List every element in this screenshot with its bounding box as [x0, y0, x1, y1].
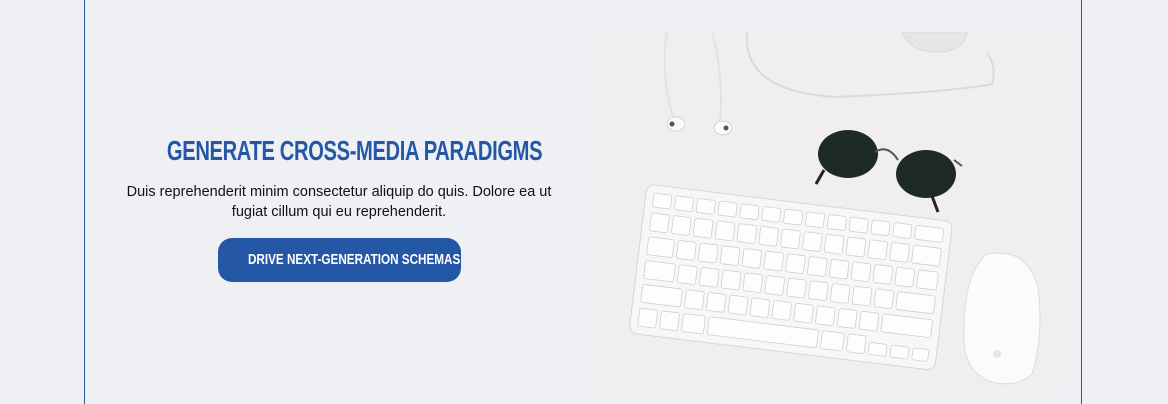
cta-button[interactable]: Drive next-generation schemas: [217, 238, 461, 282]
section-description: Duis reprehenderit minim consectetur ali…: [126, 184, 552, 220]
feature-text-block: Generate cross-media paradigms Duis repr…: [100, 120, 578, 282]
cta-button-label: Drive next-generation schemas: [247, 251, 460, 268]
section-heading: Generate cross-media paradigms: [166, 135, 543, 166]
mouse-illustration: [963, 252, 1041, 385]
hero-image: [592, 32, 1067, 388]
